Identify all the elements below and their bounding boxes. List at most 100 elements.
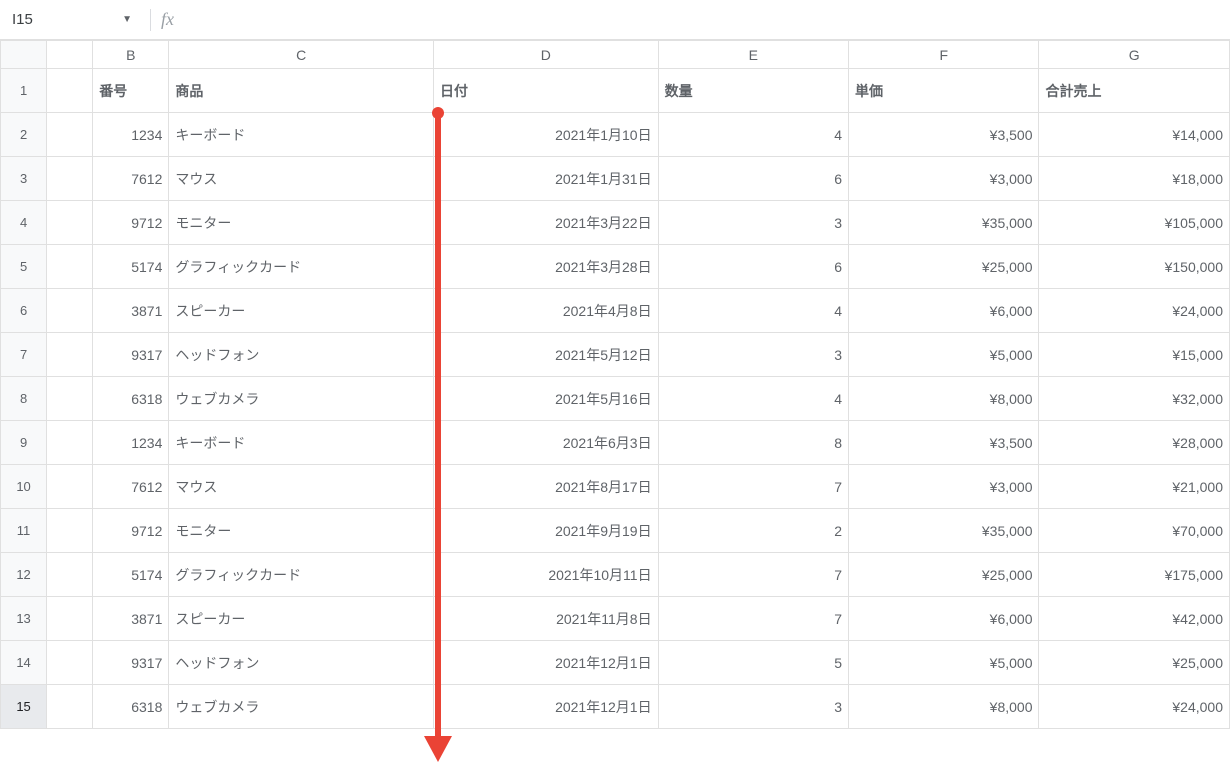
cell[interactable]: 5174	[93, 245, 169, 289]
cell[interactable]: ¥25,000	[849, 553, 1039, 597]
cell[interactable]: 7	[658, 465, 848, 509]
cell[interactable]: 2021年4月8日	[434, 289, 659, 333]
cell[interactable]: 2021年11月8日	[434, 597, 659, 641]
row-header[interactable]: 11	[1, 509, 47, 553]
cell[interactable]	[47, 421, 93, 465]
select-all-corner[interactable]	[1, 41, 47, 69]
cell[interactable]: 6	[658, 245, 848, 289]
cell[interactable]: ¥3,500	[849, 421, 1039, 465]
cell[interactable]: 3	[658, 685, 848, 729]
cell[interactable]: ¥35,000	[849, 201, 1039, 245]
cell[interactable]: 9317	[93, 333, 169, 377]
row-header[interactable]: 10	[1, 465, 47, 509]
cell[interactable]: ¥14,000	[1039, 113, 1230, 157]
cell[interactable]	[47, 685, 93, 729]
row-header[interactable]: 7	[1, 333, 47, 377]
row-header[interactable]: 8	[1, 377, 47, 421]
header-cell-F[interactable]: 単価	[849, 69, 1039, 113]
cell[interactable]	[47, 553, 93, 597]
cell[interactable]: 4	[658, 113, 848, 157]
cell[interactable]	[47, 377, 93, 421]
cell[interactable]: ¥15,000	[1039, 333, 1230, 377]
cell[interactable]: ¥8,000	[849, 377, 1039, 421]
cell[interactable]: 5	[658, 641, 848, 685]
cell[interactable]: 2021年9月19日	[434, 509, 659, 553]
col-header-C[interactable]: C	[169, 41, 434, 69]
cell[interactable]: ¥175,000	[1039, 553, 1230, 597]
cell[interactable]: ¥32,000	[1039, 377, 1230, 421]
spreadsheet-grid[interactable]: B C D E F G 1番号商品日付数量単価合計売上21234キーボード202…	[0, 40, 1230, 729]
row-header[interactable]: 15	[1, 685, 47, 729]
cell[interactable]: ¥42,000	[1039, 597, 1230, 641]
cell[interactable]: 8	[658, 421, 848, 465]
cell[interactable]: ¥24,000	[1039, 685, 1230, 729]
cell[interactable]: スピーカー	[169, 597, 434, 641]
col-header-E[interactable]: E	[658, 41, 848, 69]
col-header-gap[interactable]	[47, 41, 93, 69]
cell[interactable]: キーボード	[169, 113, 434, 157]
cell[interactable]: ¥3,000	[849, 465, 1039, 509]
col-header-D[interactable]: D	[434, 41, 659, 69]
cell[interactable]: ¥24,000	[1039, 289, 1230, 333]
cell[interactable]: ¥25,000	[849, 245, 1039, 289]
cell[interactable]: ¥25,000	[1039, 641, 1230, 685]
cell[interactable]: マウス	[169, 465, 434, 509]
cell[interactable]	[47, 245, 93, 289]
cell[interactable]: モニター	[169, 201, 434, 245]
cell[interactable]: ¥105,000	[1039, 201, 1230, 245]
cell[interactable]: 6318	[93, 377, 169, 421]
cell[interactable]: キーボード	[169, 421, 434, 465]
cell[interactable]: グラフィックカード	[169, 553, 434, 597]
cell[interactable]: 4	[658, 377, 848, 421]
cell[interactable]: 3	[658, 333, 848, 377]
cell[interactable]: ¥150,000	[1039, 245, 1230, 289]
row-header[interactable]: 13	[1, 597, 47, 641]
cell[interactable]: ウェブカメラ	[169, 685, 434, 729]
cell[interactable]	[47, 465, 93, 509]
col-header-G[interactable]: G	[1039, 41, 1230, 69]
cell[interactable]: ¥5,000	[849, 641, 1039, 685]
row-header[interactable]: 3	[1, 157, 47, 201]
cell[interactable]: 2	[658, 509, 848, 553]
col-header-F[interactable]: F	[849, 41, 1039, 69]
cell[interactable]: ¥28,000	[1039, 421, 1230, 465]
cell[interactable]: 4	[658, 289, 848, 333]
cell[interactable]: 2021年12月1日	[434, 641, 659, 685]
cell[interactable]	[47, 113, 93, 157]
cell[interactable]	[47, 157, 93, 201]
cell[interactable]: 2021年1月10日	[434, 113, 659, 157]
cell[interactable]: 6318	[93, 685, 169, 729]
cell[interactable]: ¥70,000	[1039, 509, 1230, 553]
header-cell-C[interactable]: 商品	[169, 69, 434, 113]
cell[interactable]: 2021年3月28日	[434, 245, 659, 289]
cell[interactable]: 3	[658, 201, 848, 245]
cell[interactable]	[47, 201, 93, 245]
header-cell-G[interactable]: 合計売上	[1039, 69, 1230, 113]
cell[interactable]: 7	[658, 553, 848, 597]
cell[interactable]: 2021年1月31日	[434, 157, 659, 201]
row-header[interactable]: 1	[1, 69, 47, 113]
cell[interactable]: ¥6,000	[849, 289, 1039, 333]
cell[interactable]: ¥35,000	[849, 509, 1039, 553]
row-header[interactable]: 9	[1, 421, 47, 465]
cell[interactable]	[47, 641, 93, 685]
cell[interactable]: ¥21,000	[1039, 465, 1230, 509]
name-box[interactable]: I15 ▼	[0, 6, 140, 34]
cell[interactable]: 2021年3月22日	[434, 201, 659, 245]
cell[interactable]: 3871	[93, 289, 169, 333]
cell[interactable]: 2021年5月12日	[434, 333, 659, 377]
header-cell-E[interactable]: 数量	[658, 69, 848, 113]
row-header[interactable]: 2	[1, 113, 47, 157]
cell[interactable]: ヘッドフォン	[169, 333, 434, 377]
cell[interactable]: 2021年10月11日	[434, 553, 659, 597]
cell[interactable]: 2021年5月16日	[434, 377, 659, 421]
cell[interactable]: ¥6,000	[849, 597, 1039, 641]
cell[interactable]: 2021年6月3日	[434, 421, 659, 465]
header-cell-B[interactable]: 番号	[93, 69, 169, 113]
cell[interactable]	[47, 69, 93, 113]
cell[interactable]: 9317	[93, 641, 169, 685]
row-header[interactable]: 5	[1, 245, 47, 289]
cell[interactable]	[47, 509, 93, 553]
cell[interactable]	[47, 597, 93, 641]
cell[interactable]: ヘッドフォン	[169, 641, 434, 685]
